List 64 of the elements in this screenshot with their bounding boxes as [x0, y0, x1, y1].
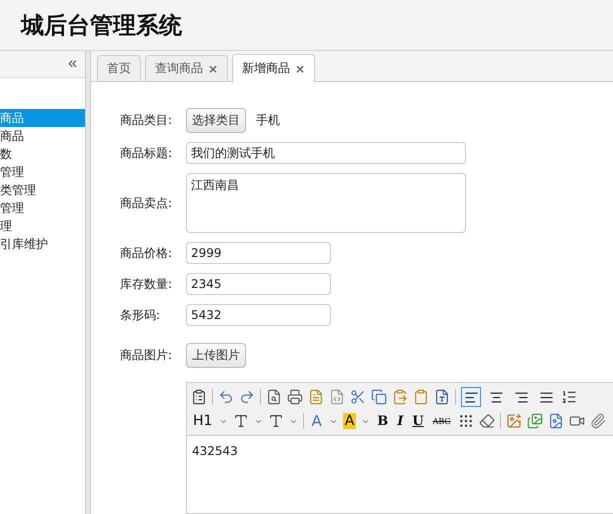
- field-label: 库存数量:: [120, 276, 174, 292]
- eraser-icon[interactable]: [478, 413, 495, 429]
- choose-category-button[interactable]: 选择类目: [186, 108, 246, 133]
- italic-button[interactable]: I: [395, 414, 406, 428]
- input-field[interactable]: 2345: [186, 273, 331, 295]
- input-field[interactable]: 我们的测试手机: [186, 142, 466, 164]
- sidebar-item[interactable]: 数: [0, 145, 85, 163]
- redo-icon[interactable]: [239, 389, 255, 405]
- align-right-icon: [514, 390, 528, 404]
- tab[interactable]: 查询商品 ×: [145, 55, 228, 81]
- input-field[interactable]: 2999: [186, 242, 331, 264]
- sidebar-item[interactable]: 理: [0, 217, 85, 235]
- font-family-icon[interactable]: [233, 413, 250, 429]
- font-size-icon[interactable]: [268, 413, 284, 429]
- category-value: 手机: [256, 112, 280, 129]
- close-icon[interactable]: ×: [295, 62, 306, 76]
- tab-label: 查询商品: [155, 60, 203, 77]
- print-icon[interactable]: [287, 389, 303, 405]
- align-button[interactable]: [461, 387, 481, 407]
- cut-icon[interactable]: [350, 389, 366, 405]
- field-label: 商品类目:: [120, 112, 174, 129]
- tab-label: 首页: [107, 60, 131, 77]
- sidebar-item[interactable]: 类管理: [0, 181, 85, 199]
- collapse-button[interactable]: «: [68, 55, 77, 73]
- app-title: 城后台管理系统: [21, 12, 182, 40]
- tab-label: 新增商品: [242, 60, 290, 77]
- field-label: 商品标题:: [120, 144, 174, 162]
- input-field[interactable]: 5432: [186, 304, 331, 326]
- clipboard-icon[interactable]: [191, 389, 207, 405]
- attachment-icon[interactable]: [590, 413, 606, 429]
- copy-icon[interactable]: [371, 389, 387, 405]
- undo-icon[interactable]: [218, 389, 234, 405]
- image-icon[interactable]: [506, 413, 522, 429]
- align-left-icon: [464, 390, 478, 404]
- preview-icon[interactable]: [266, 389, 282, 405]
- field-label: 商品卖点:: [120, 194, 174, 212]
- sidebar-item[interactable]: 引库维护: [0, 235, 85, 253]
- underline-button[interactable]: U: [410, 414, 426, 428]
- font-color-button[interactable]: A: [309, 412, 324, 430]
- text-area[interactable]: 江西南昌: [186, 173, 466, 233]
- numbered-list-icon[interactable]: [561, 389, 577, 405]
- field-label: 条形码:: [120, 306, 162, 324]
- sidebar-item[interactable]: 商品: [0, 127, 85, 145]
- file-icon[interactable]: [548, 413, 564, 429]
- paste-text-icon[interactable]: [413, 389, 429, 405]
- paste-word-icon[interactable]: [434, 389, 450, 405]
- paste-icon[interactable]: [392, 389, 408, 405]
- field-label: 商品图片:: [120, 347, 174, 364]
- tab[interactable]: 首页: [97, 55, 141, 81]
- upload-button[interactable]: 上传图片: [186, 343, 246, 368]
- field-label: 商品价格:: [120, 244, 174, 262]
- sidebar-item[interactable]: 管理: [0, 163, 85, 181]
- close-icon[interactable]: ×: [208, 62, 218, 76]
- tab[interactable]: 新增商品 ×: [232, 54, 316, 82]
- align-center-icon: [488, 390, 504, 404]
- sidebar-item[interactable]: 管理: [0, 199, 85, 217]
- code-icon[interactable]: [329, 389, 345, 405]
- template-icon[interactable]: [308, 389, 324, 405]
- justify-icon: [538, 390, 554, 404]
- bold-button[interactable]: B: [375, 414, 390, 428]
- images-icon[interactable]: [526, 413, 543, 429]
- strikethrough-button[interactable]: ABC: [430, 416, 453, 426]
- highlight-button[interactable]: A: [342, 413, 356, 429]
- heading-dropdown[interactable]: H1: [191, 413, 214, 429]
